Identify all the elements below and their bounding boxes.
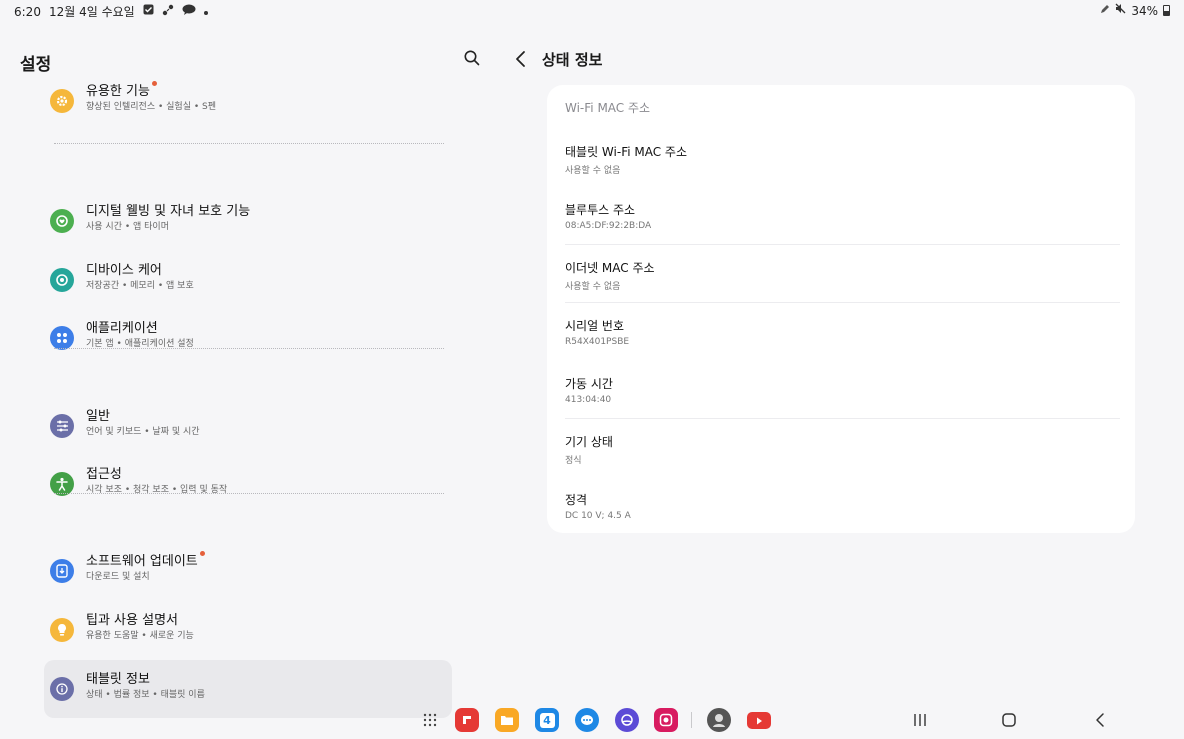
info-row-value: 사용할 수 없음	[565, 166, 621, 176]
wellbeing-icon	[50, 209, 74, 233]
settings-item-title: 디지털 웰빙 및 자녀 보호 기능	[86, 204, 251, 219]
info-icon	[50, 677, 74, 701]
apps-icon	[162, 4, 174, 20]
messages-icon[interactable]	[575, 708, 599, 732]
settings-item-subtitle: 상태 • 법률 정보 • 태블릿 이름	[86, 690, 205, 700]
back-icon[interactable]	[1090, 710, 1110, 730]
info-row-value: 413:04:40	[565, 395, 612, 405]
internet-icon[interactable]	[615, 708, 639, 732]
info-row-ethernet-mac[interactable]: 이더넷 MAC 주소 사용할 수 없음	[565, 245, 1119, 303]
settings-item-digital-wellbeing[interactable]: 디지털 웰빙 및 자녀 보호 기능 사용 시간 • 앱 타이머	[44, 192, 452, 250]
taskbar-divider	[691, 712, 692, 728]
settings-item-software-update[interactable]: 소프트웨어 업데이트 다운로드 및 설치	[44, 542, 452, 600]
settings-item-accessibility[interactable]: 접근성 시각 보조 • 청각 보조 • 입력 및 동작	[44, 455, 452, 513]
divider	[54, 143, 444, 144]
checkbox-icon	[143, 4, 154, 19]
info-row-serial-number[interactable]: 시리얼 번호 R54X401PSBE	[565, 303, 1119, 361]
info-row-device-status[interactable]: 기기 상태 정식	[565, 419, 1119, 477]
status-time: 6:20	[14, 4, 41, 19]
info-row-wifi-mac[interactable]: 태블릿 Wi-Fi MAC 주소 사용할 수 없음	[565, 129, 1119, 187]
game-icon[interactable]	[707, 708, 731, 732]
detail-title: 상태 정보	[542, 51, 603, 69]
info-row-title: 시리얼 번호	[565, 319, 625, 333]
calendar-icon[interactable]: 4	[535, 708, 559, 732]
device-care-icon	[50, 268, 74, 292]
dot-icon	[203, 5, 208, 19]
info-row-title: 블루투스 주소	[565, 203, 636, 217]
apps-grid-icon	[50, 326, 74, 350]
settings-item-title: 유용한 기능	[86, 84, 150, 99]
info-row-value: R54X401PSBE	[565, 337, 630, 347]
settings-item-subtitle: 저장공간 • 메모리 • 앱 보호	[86, 281, 194, 291]
settings-item-applications[interactable]: 애플리케이션 기본 앱 • 애플리케이션 설정	[44, 309, 452, 367]
divider	[54, 493, 444, 494]
settings-item-title: 일반	[86, 409, 110, 424]
flipboard-icon[interactable]	[455, 708, 479, 732]
recents-icon[interactable]	[910, 710, 930, 730]
settings-item-title: 팁과 사용 설명서	[86, 613, 178, 628]
page-title: 설정	[20, 55, 52, 75]
home-icon[interactable]	[999, 710, 1019, 730]
software-update-icon	[50, 559, 74, 583]
settings-item-subtitle: 유용한 도움말 • 새로운 기능	[86, 631, 194, 641]
battery-icon	[1163, 5, 1170, 16]
divider	[54, 348, 444, 349]
settings-item-tips[interactable]: 팁과 사용 설명서 유용한 도움말 • 새로운 기능	[44, 601, 452, 659]
info-row-title: 정격	[565, 493, 588, 507]
taskbar: 4	[0, 700, 1184, 739]
settings-item-title: 애플리케이션	[86, 321, 158, 336]
info-row-rating[interactable]: 정격 DC 10 V; 4.5 A	[565, 477, 1119, 535]
settings-item-general[interactable]: 일반 언어 및 키보드 • 날짜 및 시간	[44, 397, 452, 455]
pen-icon	[1100, 4, 1110, 18]
settings-item-useful-features[interactable]: 유용한 기능 향상된 인텔리전스 • 실험실 • S펜	[44, 72, 452, 130]
status-bar: 6:20 12월 4일 수요일 34%	[0, 0, 1184, 22]
mute-icon	[1115, 3, 1126, 18]
my-files-icon[interactable]	[495, 708, 519, 732]
battery-percent: 34%	[1131, 3, 1158, 18]
info-row-value: 08:A5:DF:92:2B:DA	[565, 221, 652, 231]
section-header: Wi-Fi MAC 주소	[565, 101, 651, 115]
settings-item-subtitle: 사용 시간 • 앱 타이머	[86, 222, 169, 232]
info-row-title: 이더넷 MAC 주소	[565, 261, 655, 275]
notification-badge	[151, 81, 157, 86]
info-row-value: 사용할 수 없음	[565, 282, 621, 292]
info-row-title: 가동 시간	[565, 377, 613, 391]
status-info-card: Wi-Fi MAC 주소 태블릿 Wi-Fi MAC 주소 사용할 수 없음 블…	[547, 85, 1135, 533]
info-row-title: 기기 상태	[565, 435, 613, 449]
info-row-value: 정식	[565, 456, 582, 466]
gear-icon	[50, 89, 74, 113]
info-row-value: DC 10 V; 4.5 A	[565, 511, 631, 521]
settings-item-device-care[interactable]: 디바이스 케어 저장공간 • 메모리 • 앱 보호	[44, 251, 452, 309]
chat-bubble-icon	[182, 4, 196, 19]
info-row-bluetooth-address[interactable]: 블루투스 주소 08:A5:DF:92:2B:DA	[565, 187, 1119, 245]
settings-item-title: 접근성	[86, 467, 122, 482]
info-row-uptime[interactable]: 가동 시간 413:04:40	[565, 361, 1119, 419]
settings-item-title: 태블릿 정보	[86, 672, 150, 687]
chevron-left-icon[interactable]	[510, 48, 532, 70]
settings-item-subtitle: 언어 및 키보드 • 날짜 및 시간	[86, 427, 200, 437]
settings-item-title: 소프트웨어 업데이트	[86, 554, 198, 569]
search-icon[interactable]	[462, 48, 482, 68]
screen-recorder-icon[interactable]	[654, 708, 678, 732]
lightbulb-icon	[50, 618, 74, 642]
status-date: 12월 4일 수요일	[48, 5, 135, 19]
settings-item-subtitle: 향상된 인텔리전스 • 실험실 • S펜	[86, 102, 216, 112]
sliders-icon	[50, 414, 74, 438]
settings-panel: 설정 유용한 기능 향상된 인텔리전스 • 실험실 • S펜 디지털 웰빙 및 …	[0, 34, 496, 718]
settings-item-title: 디바이스 케어	[86, 263, 162, 278]
youtube-icon[interactable]	[747, 712, 771, 729]
settings-item-subtitle: 다운로드 및 설치	[86, 572, 150, 582]
info-row-title: 태블릿 Wi-Fi MAC 주소	[565, 145, 688, 159]
calendar-date: 4	[539, 712, 555, 728]
app-drawer-icon[interactable]	[418, 708, 442, 732]
notification-badge	[199, 551, 205, 556]
